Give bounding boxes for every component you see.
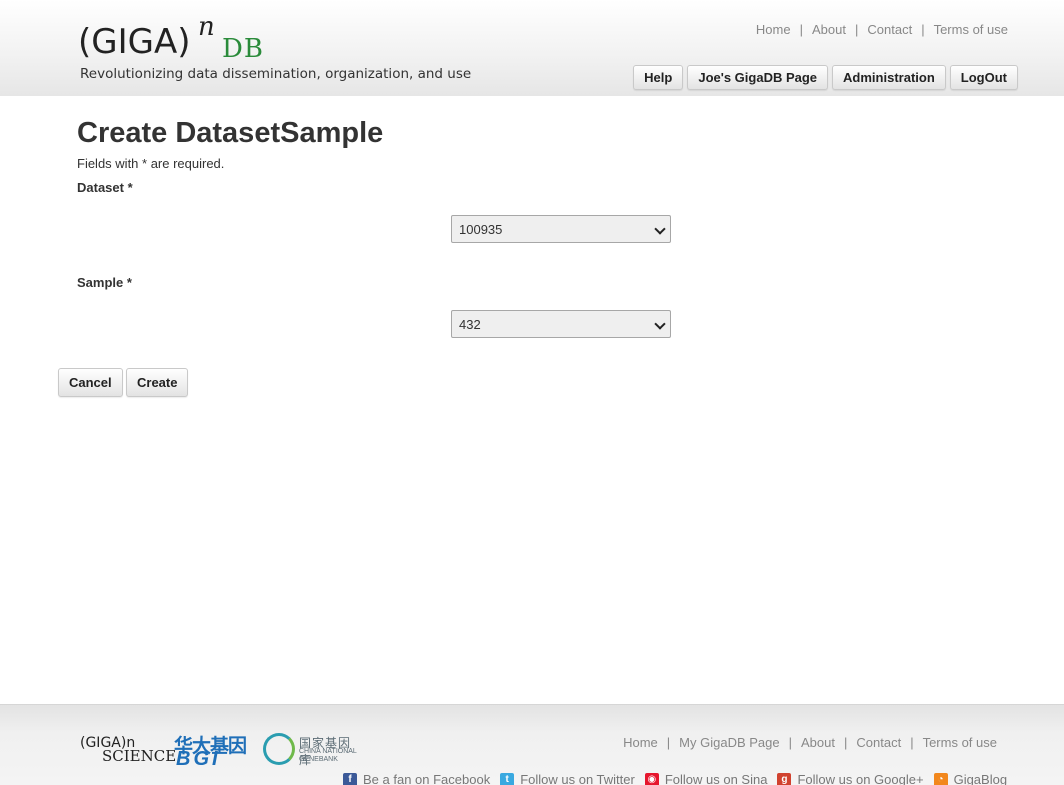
- social-sina-label: Follow us on Sina: [664, 772, 768, 785]
- dataset-select[interactable]: 100935: [451, 215, 671, 243]
- page-title: Create DatasetSample: [77, 117, 384, 149]
- nav-separator: |: [666, 735, 671, 750]
- nav-separator: |: [799, 22, 803, 37]
- required-fields-note: Fields with * are required.: [77, 156, 225, 171]
- bgi-logo[interactable]: 华大基因 BGI: [174, 731, 254, 770]
- social-google-plus-label: Follow us on Google+: [797, 772, 924, 785]
- sample-select[interactable]: 432: [451, 310, 671, 338]
- footer-nav-contact[interactable]: Contact: [856, 735, 901, 750]
- sample-label: Sample *: [77, 275, 132, 290]
- gigascience-logo[interactable]: (GIGA)n SCIENCE: [80, 731, 176, 767]
- social-twitter-link[interactable]: t Follow us on Twitter: [500, 772, 635, 785]
- nav-separator: |: [921, 22, 925, 37]
- social-facebook-label: Be a fan on Facebook: [363, 772, 491, 785]
- social-sina-link[interactable]: ◉ Follow us on Sina: [644, 772, 768, 785]
- cancel-button[interactable]: Cancel: [58, 368, 123, 397]
- nav-separator: |: [854, 22, 859, 37]
- footer-nav-terms[interactable]: Terms of use: [923, 735, 997, 750]
- footer-nav-about[interactable]: About: [801, 735, 835, 750]
- my-gigadb-page-button[interactable]: Joe's GigaDB Page: [687, 65, 829, 90]
- footer-nav: Home | My GigaDB Page | About | Contact | Terms …: [623, 735, 997, 750]
- top-nav-about[interactable]: About: [812, 22, 846, 37]
- logo-db-text: DB: [222, 34, 264, 64]
- cngb-logo[interactable]: 国家基因库 CHINA NATIONAL GENEBANK: [263, 731, 363, 767]
- chevron-down-icon: [654, 223, 666, 235]
- rss-icon: ◔: [933, 772, 948, 785]
- logo-tagline: Revolutionizing data dissemination, orga…: [80, 66, 472, 82]
- social-rss-label: GigaBlog: [953, 772, 1008, 785]
- social-links: f Be a fan on Facebook t Follow us on Tw…: [343, 772, 1007, 785]
- cngb-ring-icon: [263, 733, 295, 765]
- google-plus-icon: g: [777, 772, 792, 785]
- footer: (GIGA)n SCIENCE 华大基因 BGI 国家基因库 CHINA NAT…: [0, 704, 1064, 785]
- administration-button[interactable]: Administration: [832, 65, 946, 90]
- nav-separator: |: [843, 735, 848, 750]
- footer-nav-home[interactable]: Home: [623, 735, 658, 750]
- top-nav-terms[interactable]: Terms of use: [934, 22, 1008, 37]
- social-rss-link[interactable]: ◔ GigaBlog: [933, 772, 1008, 785]
- facebook-icon: f: [343, 772, 357, 785]
- logo-giga-text: (GIGA): [78, 22, 191, 62]
- top-nav-contact[interactable]: Contact: [867, 22, 912, 37]
- help-button[interactable]: Help: [633, 65, 684, 90]
- header: (GIGA) n DB Revolutionizing data dissemi…: [0, 0, 1064, 96]
- dataset-label: Dataset *: [77, 180, 133, 195]
- main-content: Create DatasetSample Fields with * are r…: [77, 116, 977, 171]
- gigadb-logo[interactable]: (GIGA) n DB Revolutionizing data dissemi…: [78, 12, 471, 84]
- logout-button[interactable]: LogOut: [949, 65, 1018, 90]
- top-nav-home[interactable]: Home: [756, 22, 791, 37]
- bgi-logo-bottom: BGI: [176, 748, 221, 770]
- cngb-logo-bottom: CHINA NATIONAL GENEBANK: [299, 748, 357, 763]
- footer-nav-my-gigadb[interactable]: My GigaDB Page: [679, 735, 779, 750]
- sina-icon: ◉: [644, 772, 659, 785]
- create-button[interactable]: Create: [126, 368, 189, 397]
- dataset-select-value: 100935: [459, 221, 503, 237]
- chevron-down-icon: [654, 318, 666, 330]
- gigascience-logo-bottom: SCIENCE: [102, 747, 177, 765]
- social-facebook-link[interactable]: f Be a fan on Facebook: [343, 772, 490, 785]
- social-google-plus-link[interactable]: g Follow us on Google+: [777, 772, 924, 785]
- header-button-bar: Help Joe's GigaDB Page Administration Lo…: [633, 65, 1018, 90]
- social-twitter-label: Follow us on Twitter: [520, 772, 635, 785]
- nav-separator: |: [788, 735, 792, 750]
- top-nav: Home | About | Contact | Terms of use: [756, 22, 1008, 37]
- logo-superscript: n: [198, 12, 215, 42]
- twitter-icon: t: [500, 772, 515, 785]
- nav-separator: |: [910, 735, 914, 750]
- sample-select-value: 432: [459, 316, 481, 332]
